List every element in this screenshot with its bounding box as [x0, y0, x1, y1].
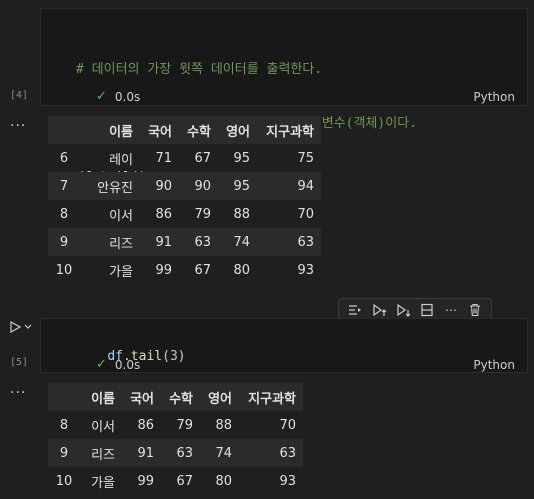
cell-1-exec-time: 0.0s	[114, 89, 141, 104]
table-header-row: 이름 국어 수학 영어 지구과학	[48, 116, 321, 144]
output-2-menu-icon[interactable]: ...	[10, 381, 26, 397]
header-math: 수학	[169, 391, 193, 407]
header-korean: 국어	[130, 391, 154, 407]
table-header-row: 이름 국어 수학 영어 지구과학	[48, 383, 303, 411]
cell-korean: 90	[155, 178, 172, 194]
cell-1-status: ✓ 0.0s	[96, 89, 140, 104]
cell-math: 79	[194, 206, 211, 222]
row-index: 6	[59, 150, 69, 166]
cell-english: 80	[233, 262, 250, 278]
cell-english: 88	[215, 417, 232, 433]
cell-english: 74	[215, 445, 232, 461]
code-open-paren: (	[162, 349, 170, 364]
header-english: 영어	[208, 391, 232, 407]
code-close-paren: )	[177, 349, 186, 364]
header-name: 이름	[91, 391, 115, 407]
run-by-line-icon[interactable]	[345, 300, 365, 320]
cell-korean: 91	[137, 445, 154, 461]
cell-english: 74	[233, 234, 250, 250]
cell-2-language[interactable]: Python	[473, 358, 515, 372]
cell-korean: 86	[137, 417, 154, 433]
cell-name: 리즈	[91, 447, 115, 463]
cell-2-status: ✓ 0.0s	[96, 357, 140, 372]
cell-math: 67	[194, 262, 211, 278]
header-index	[48, 116, 80, 144]
header-index	[48, 383, 80, 411]
cell-korean: 86	[155, 206, 172, 222]
header-korean: 국어	[148, 124, 172, 140]
code-cell-2[interactable]: df.tail(3) ✓ 0.0s Python	[40, 318, 528, 373]
cell-math: 90	[194, 178, 211, 194]
cell-name: 가을	[91, 475, 115, 491]
more-icon[interactable]: ⋯	[441, 300, 461, 320]
row-index: 8	[59, 206, 69, 222]
cell-korean: 71	[155, 150, 172, 166]
output-2-dataframe: 이름 국어 수학 영어 지구과학 8 이서 86 79 88 70 9 리즈 9…	[48, 383, 303, 495]
cell-name: 가을	[109, 264, 133, 280]
cell-name: 레이	[109, 152, 133, 168]
code-number: 3	[169, 349, 178, 364]
cell-earth-science: 70	[279, 417, 296, 433]
cell-1-language[interactable]: Python	[473, 90, 515, 104]
cell-english: 95	[233, 178, 250, 194]
header-earth-science: 지구과학	[248, 391, 296, 407]
split-cell-icon[interactable]	[417, 300, 437, 320]
table-row: 9 리즈 91 63 74 63	[48, 228, 321, 256]
cell-earth-science: 93	[279, 473, 296, 489]
row-index: 7	[59, 178, 69, 194]
cell-math: 63	[176, 445, 193, 461]
header-english: 영어	[226, 124, 250, 140]
cell-earth-science: 94	[297, 178, 314, 194]
cell-earth-science: 63	[297, 234, 314, 250]
code-comment-line-1: # 데이터의 가장 윗쪽 데이터를 출력한다.	[76, 62, 323, 77]
cell-name: 이서	[109, 208, 133, 224]
checkmark-icon: ✓	[96, 89, 107, 104]
cell-math: 79	[176, 417, 193, 433]
cell-name: 이서	[91, 419, 115, 435]
cell-korean: 99	[137, 473, 154, 489]
row-index: 8	[59, 417, 69, 433]
execute-below-icon[interactable]	[393, 300, 413, 320]
table-row: 10 가을 99 67 80 93	[48, 256, 321, 284]
cell-math: 67	[194, 150, 211, 166]
code-cell-1[interactable]: # 데이터의 가장 윗쪽 데이터를 출력한다. # 앞의 df는 데이터 프레임…	[40, 8, 528, 185]
cell-earth-science: 63	[279, 445, 296, 461]
cell-1-exec-count: [4]	[10, 90, 29, 101]
header-earth-science: 지구과학	[266, 124, 314, 140]
cell-math: 63	[194, 234, 211, 250]
row-index: 9	[59, 445, 69, 461]
cell-korean: 91	[155, 234, 172, 250]
cell-earth-science: 75	[297, 150, 314, 166]
output-1-menu-icon[interactable]: ...	[10, 114, 26, 130]
cell-earth-science: 93	[297, 262, 314, 278]
output-1-dataframe: 이름 국어 수학 영어 지구과학 6 레이 71 67 95 75 7 안유진 …	[48, 116, 321, 284]
cell-korean: 99	[155, 262, 172, 278]
cell-english: 88	[233, 206, 250, 222]
execute-above-icon[interactable]	[369, 300, 389, 320]
cell-earth-science: 70	[297, 206, 314, 222]
table-row: 8 이서 86 79 88 70	[48, 200, 321, 228]
delete-icon[interactable]	[465, 300, 485, 320]
cell-name: 리즈	[109, 236, 133, 252]
table-row: 10 가을 99 67 80 93	[48, 467, 303, 495]
row-index: 9	[59, 234, 69, 250]
cell-2-exec-time: 0.0s	[114, 357, 141, 372]
table-row: 9 리즈 91 63 74 63	[48, 439, 303, 467]
table-row: 6 레이 71 67 95 75	[48, 144, 321, 172]
run-cell-button[interactable]	[9, 320, 33, 338]
cell-math: 67	[176, 473, 193, 489]
cell-english: 95	[233, 150, 250, 166]
row-index: 10	[55, 473, 73, 489]
table-row: 7 안유진 90 90 95 94	[48, 172, 321, 200]
header-math: 수학	[187, 124, 211, 140]
table-row: 8 이서 86 79 88 70	[48, 411, 303, 439]
row-index: 10	[55, 262, 73, 278]
cell-english: 80	[215, 473, 232, 489]
cell-name: 안유진	[97, 180, 133, 196]
header-name: 이름	[109, 124, 133, 140]
cell-2-exec-count: [5]	[10, 357, 29, 368]
checkmark-icon: ✓	[96, 357, 107, 372]
